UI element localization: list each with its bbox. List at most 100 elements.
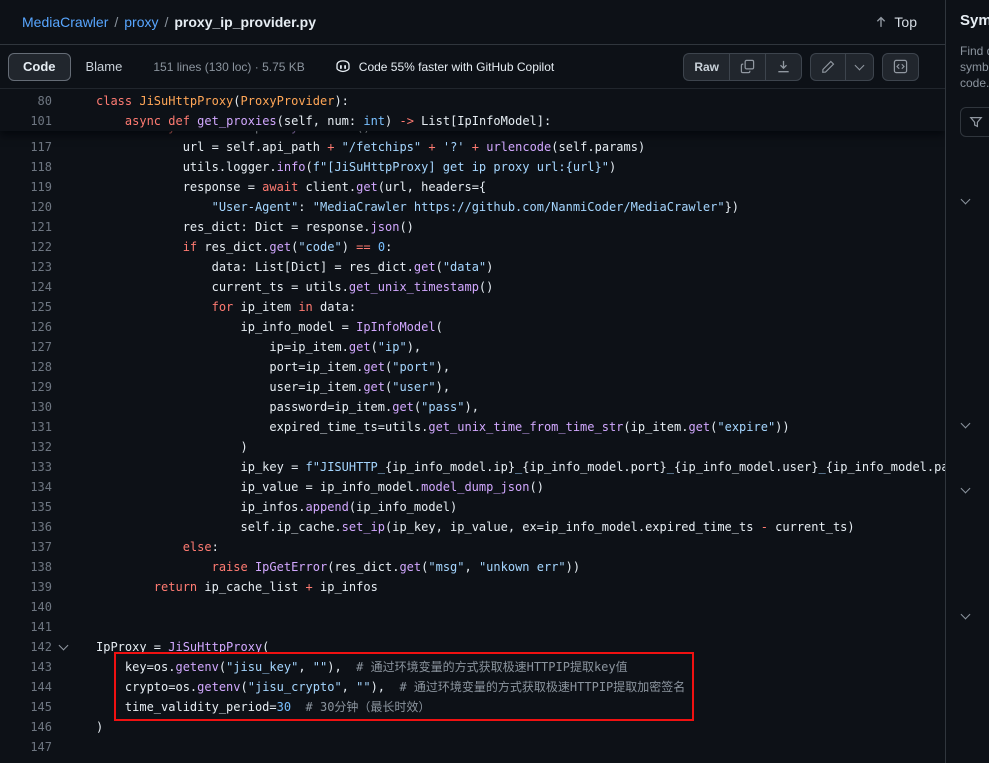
section-chevron-icon[interactable]: [962, 414, 969, 432]
line-number[interactable]: 119: [0, 177, 52, 197]
line-number[interactable]: 131: [0, 417, 52, 437]
edit-actions: [810, 53, 874, 81]
code-text: [74, 617, 96, 637]
line-number[interactable]: 144: [0, 677, 52, 697]
raw-button[interactable]: Raw: [683, 53, 729, 81]
code-text: res_dict: Dict = response.json(): [74, 217, 414, 237]
line-number[interactable]: 146: [0, 717, 52, 737]
code-line: 140: [0, 597, 945, 617]
code-line: 120 "User-Agent": "MediaCrawler https://…: [0, 197, 945, 217]
code-line: 125 for ip_item in data:: [0, 297, 945, 317]
line-number[interactable]: 101: [0, 111, 52, 131]
copy-icon: [740, 59, 755, 74]
line-number[interactable]: 138: [0, 557, 52, 577]
line-number[interactable]: 126: [0, 317, 52, 337]
line-number[interactable]: 122: [0, 237, 52, 257]
line-number[interactable]: 130: [0, 397, 52, 417]
line-number[interactable]: 145: [0, 697, 52, 717]
code-text: expired_time_ts=utils.get_unix_time_from…: [74, 417, 790, 437]
line-number[interactable]: 118: [0, 157, 52, 177]
code-line: 122 if res_dict.get("code") == 0:: [0, 237, 945, 257]
code-text: data: List[Dict] = res_dict.get("data"): [74, 257, 493, 277]
edit-dropdown-button[interactable]: [845, 53, 874, 81]
code-line: 141: [0, 617, 945, 637]
code-line: 119 response = await client.get(url, hea…: [0, 177, 945, 197]
code-text: url = self.api_path + "/fetchips" + '?' …: [74, 137, 645, 157]
code-line: 143 key=os.getenv("jisu_key", ""), # 通过环…: [0, 657, 945, 677]
chevron-down-icon: [855, 60, 865, 70]
copy-button[interactable]: [729, 53, 765, 81]
line-number[interactable]: 127: [0, 337, 52, 357]
edit-button[interactable]: [810, 53, 845, 81]
code-text: self.ip_cache.set_ip(ip_key, ip_value, e…: [74, 517, 855, 537]
line-number[interactable]: 123: [0, 257, 52, 277]
symbols-panel: Symbols Find definitions and references …: [945, 0, 989, 763]
line-number[interactable]: 137: [0, 537, 52, 557]
code-text: ): [74, 717, 103, 737]
back-to-top-button[interactable]: Top: [874, 14, 917, 30]
file-toolbar: Code Blame 151 lines (130 loc) · 5.75 KB…: [0, 45, 945, 89]
code-text: response = await client.get(url, headers…: [74, 177, 486, 197]
section-chevron-icon[interactable]: [962, 190, 969, 208]
section-chevron-icon[interactable]: [962, 479, 969, 497]
code-text: class JiSuHttpProxy(ProxyProvider):: [74, 91, 349, 111]
symbols-panel-toggle-button[interactable]: [882, 53, 919, 81]
code-text: ip=ip_item.get("ip"),: [74, 337, 421, 357]
code-text: ip_key = f"JISUHTTP_{ip_info_model.ip}_{…: [74, 457, 945, 477]
line-number[interactable]: 128: [0, 357, 52, 377]
line-number[interactable]: 121: [0, 217, 52, 237]
line-number[interactable]: 80: [0, 91, 52, 111]
section-chevron-icon[interactable]: [962, 605, 969, 623]
tab-code[interactable]: Code: [8, 53, 71, 81]
line-number[interactable]: 143: [0, 657, 52, 677]
sticky-context: 80 class JiSuHttpProxy(ProxyProvider): 101…: [0, 89, 945, 131]
code-line: 144 crypto=os.getenv("jisu_crypto", ""),…: [0, 677, 945, 697]
code-area: 80 class JiSuHttpProxy(ProxyProvider): 101…: [0, 89, 945, 763]
line-number[interactable]: 117: [0, 137, 52, 157]
code-line: 118 utils.logger.info(f"[JiSuHttpProxy] …: [0, 157, 945, 177]
code-line: 117 url = self.api_path + "/fetchips" + …: [0, 137, 945, 157]
line-number[interactable]: 129: [0, 377, 52, 397]
line-number[interactable]: 136: [0, 517, 52, 537]
code-text: for ip_item in data:: [74, 297, 356, 317]
line-number[interactable]: 125: [0, 297, 52, 317]
copilot-banner[interactable]: Code 55% faster with GitHub Copilot: [335, 59, 554, 75]
download-button[interactable]: [765, 53, 802, 81]
code-text: raise IpGetError(res_dict.get("msg", "un…: [74, 557, 580, 577]
code-blame-switch: Code Blame: [8, 53, 137, 81]
code-line: 130 password=ip_item.get("pass"),: [0, 397, 945, 417]
fold-chevron-icon[interactable]: [58, 641, 68, 651]
line-number[interactable]: 139: [0, 577, 52, 597]
breadcrumb-folder-link[interactable]: proxy: [124, 14, 158, 30]
line-number[interactable]: 141: [0, 617, 52, 637]
symbols-filter-input[interactable]: [960, 107, 989, 137]
filter-funnel-icon: [969, 115, 983, 129]
code-line: 138 raise IpGetError(res_dict.get("msg",…: [0, 557, 945, 577]
code-line: 124 current_ts = utils.get_unix_timestam…: [0, 277, 945, 297]
page-header: MediaCrawler / proxy / proxy_ip_provider…: [0, 0, 945, 44]
line-number[interactable]: 132: [0, 437, 52, 457]
line-number[interactable]: 135: [0, 497, 52, 517]
line-number[interactable]: 134: [0, 477, 52, 497]
code-line: 127 ip=ip_item.get("ip"),: [0, 337, 945, 357]
code-text: [74, 597, 96, 617]
tab-blame[interactable]: Blame: [71, 53, 138, 81]
line-number[interactable]: 124: [0, 277, 52, 297]
file-column: MediaCrawler / proxy / proxy_ip_provider…: [0, 0, 945, 763]
line-number[interactable]: 120: [0, 197, 52, 217]
line-number[interactable]: 142: [0, 637, 52, 657]
code-text: else:: [74, 537, 219, 557]
up-arrow-icon: [874, 15, 888, 29]
code-text: return ip_cache_list + ip_infos: [74, 577, 378, 597]
breadcrumb-separator: /: [114, 14, 118, 30]
line-number[interactable]: 147: [0, 737, 52, 757]
code-line: 135 ip_infos.append(ip_info_model): [0, 497, 945, 517]
line-number[interactable]: 133: [0, 457, 52, 477]
toolbar-actions: Raw: [683, 53, 919, 81]
code-line: 142IpProxy = JiSuHttpProxy(: [0, 637, 945, 657]
code-text: crypto=os.getenv("jisu_crypto", ""), # 通…: [74, 677, 685, 697]
code-line: 139 return ip_cache_list + ip_infos: [0, 577, 945, 597]
line-number[interactable]: 140: [0, 597, 52, 617]
code-line: 129 user=ip_item.get("user"),: [0, 377, 945, 397]
breadcrumb-repo-link[interactable]: MediaCrawler: [22, 14, 108, 30]
